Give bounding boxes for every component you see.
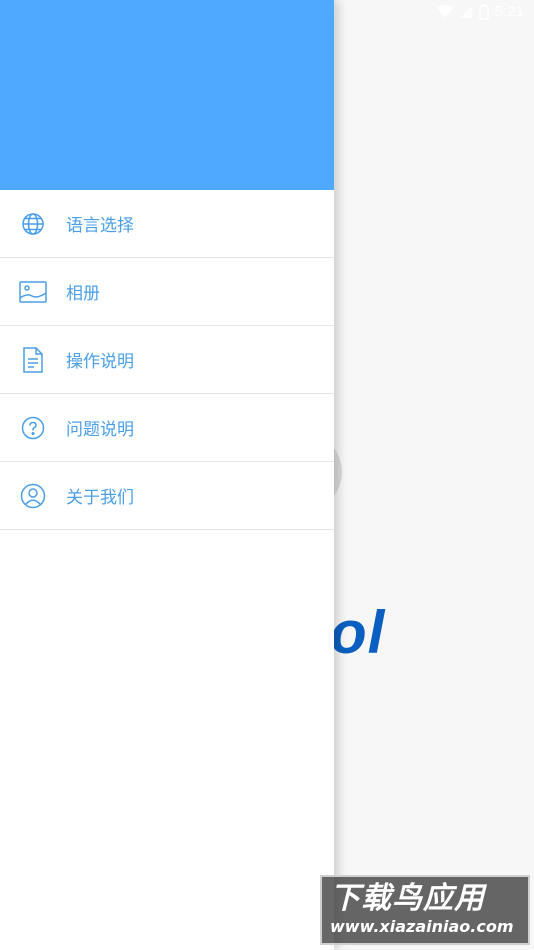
globe-icon xyxy=(0,212,66,236)
menu-item-about[interactable]: 关于我们 xyxy=(0,462,334,530)
user-circle-icon xyxy=(0,483,66,509)
watermark-title: 下载鸟应用 xyxy=(330,881,485,916)
navigation-drawer: 语言选择 相册 操作说明 问题说明 关于我们 xyxy=(0,0,334,950)
menu-item-album[interactable]: 相册 xyxy=(0,258,334,326)
wifi-icon xyxy=(436,4,453,19)
menu-item-label: 问题说明 xyxy=(66,420,134,440)
help-circle-icon xyxy=(0,416,66,440)
battery-icon xyxy=(479,3,489,20)
menu-item-label: 相册 xyxy=(66,284,100,304)
signal-icon xyxy=(459,5,473,19)
menu-item-instructions[interactable]: 操作说明 xyxy=(0,326,334,394)
menu-item-faq[interactable]: 问题说明 xyxy=(0,394,334,462)
menu-item-language[interactable]: 语言选择 xyxy=(0,190,334,258)
image-icon xyxy=(0,280,66,303)
watermark-logo: 下载鸟应用 www.xiazainiao.com xyxy=(320,875,530,945)
background-logo-text: ol xyxy=(330,599,386,666)
menu-item-label: 操作说明 xyxy=(66,352,134,372)
menu-item-label: 语言选择 xyxy=(66,216,134,236)
drawer-header xyxy=(0,0,334,190)
status-time: 5:21 xyxy=(494,3,524,20)
watermark-url: www.xiazainiao.com xyxy=(330,917,514,936)
document-icon xyxy=(0,346,66,373)
menu-item-label: 关于我们 xyxy=(66,488,134,508)
